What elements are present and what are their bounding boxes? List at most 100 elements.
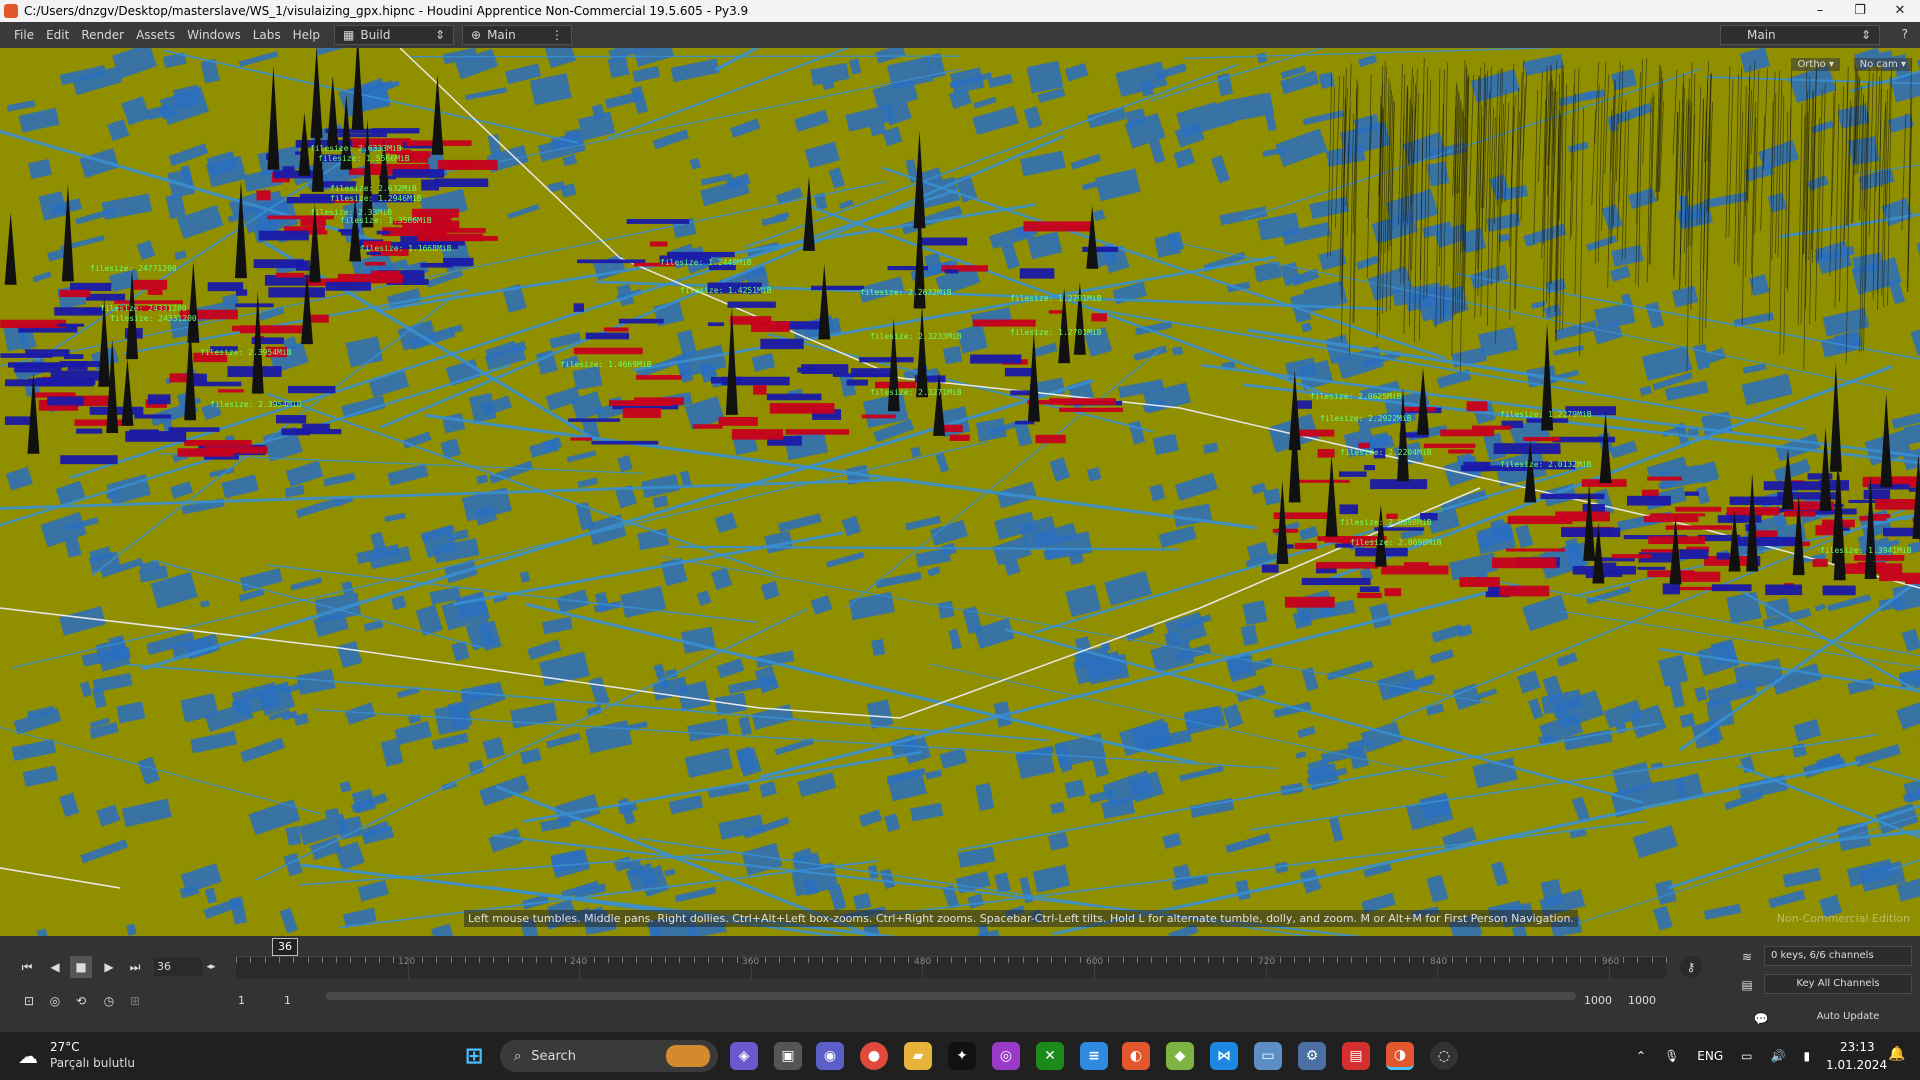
- step-arrows-icon[interactable]: ◂▸: [200, 956, 222, 978]
- current-frame-field[interactable]: 36: [154, 958, 202, 976]
- timeline-tick: [1165, 957, 1167, 963]
- timeline-tick: [793, 957, 795, 963]
- menu-help[interactable]: Help: [287, 22, 326, 48]
- audio-icon[interactable]: ⊡: [18, 990, 40, 1012]
- chat-icon[interactable]: 💬: [1750, 1008, 1772, 1030]
- minimize-button[interactable]: –: [1800, 0, 1840, 22]
- filesize-label: filesize: 24771200: [90, 264, 177, 273]
- loop-icon[interactable]: ⟲: [70, 990, 92, 1012]
- channels-icon[interactable]: ≋: [1736, 946, 1758, 968]
- houdini-taskbar-icon[interactable]: ◐: [1122, 1042, 1150, 1070]
- auto-update-toggle[interactable]: Auto Update: [1784, 1008, 1912, 1028]
- pdf-icon[interactable]: ▤: [1342, 1042, 1370, 1070]
- app-diamond-icon[interactable]: ◆: [1166, 1042, 1194, 1070]
- cam-menu[interactable]: No cam ▾: [1853, 58, 1912, 71]
- filesize-bar: [1863, 489, 1891, 500]
- end-frame-field[interactable]: 1000: [1584, 992, 1612, 1010]
- menu-assets[interactable]: Assets: [130, 22, 181, 48]
- volume-icon[interactable]: 🔊: [1771, 1049, 1786, 1063]
- timeline-cursor[interactable]: 36: [272, 938, 298, 956]
- right-desktop-select[interactable]: Main ⇕: [1720, 25, 1880, 45]
- playbar: ⏮ ◀ ■ ▶ ⏭ 36 ◂▸ 120 240 360 480 600 720 840 960…: [0, 936, 1920, 1032]
- filesize-bar: [753, 385, 767, 395]
- filesize-bar: [1317, 449, 1335, 458]
- timeline-tick: [507, 957, 509, 963]
- menu-labs[interactable]: Labs: [247, 22, 287, 48]
- key-all-channels-button[interactable]: Key All Channels: [1764, 974, 1912, 994]
- filesize-bar: [1297, 479, 1350, 483]
- chrome-icon[interactable]: ●: [860, 1042, 888, 1070]
- filesize-bar: [287, 385, 336, 394]
- frame-range-slider[interactable]: [326, 992, 1576, 1000]
- start-frame-field-2[interactable]: 1: [284, 992, 291, 1010]
- filesize-bar: [710, 376, 742, 384]
- menu-windows[interactable]: Windows: [181, 22, 247, 48]
- vscode-icon[interactable]: ⋈: [1210, 1042, 1238, 1070]
- filesize-bar: [308, 314, 329, 323]
- desktop-build-label: Build: [360, 28, 391, 42]
- chevron-up-icon[interactable]: ⌃: [1636, 1049, 1646, 1063]
- capture-icon[interactable]: ◌: [1430, 1042, 1458, 1070]
- battery-icon[interactable]: ▮: [1803, 1049, 1810, 1063]
- houdini-active-icon[interactable]: ◑: [1386, 1042, 1414, 1070]
- filesize-bar: [147, 289, 163, 295]
- camera-menu[interactable]: Ortho ▾: [1791, 58, 1840, 71]
- filesize-bar: [1675, 506, 1722, 512]
- timeline-tick: [1637, 957, 1639, 963]
- menu-file[interactable]: File: [8, 22, 40, 48]
- network-icon[interactable]: ▭: [1741, 1049, 1752, 1063]
- windows-start-icon[interactable]: ⊞: [460, 1042, 488, 1070]
- clock-time[interactable]: 23:13: [1840, 1040, 1875, 1054]
- close-button[interactable]: ✕: [1880, 0, 1920, 22]
- timeline-tick: [822, 957, 824, 963]
- key-icon[interactable]: ⚷: [1680, 956, 1702, 978]
- desktop-build-select[interactable]: ▦ Build ⇕: [334, 25, 454, 45]
- start-frame-field[interactable]: 1: [238, 992, 245, 1010]
- timeline-tick: [393, 957, 395, 963]
- timeline-tick: [693, 957, 695, 963]
- jump-start-button[interactable]: ⏮: [16, 956, 38, 978]
- filesize-bar: [268, 287, 325, 298]
- epic-games-icon[interactable]: ✦: [948, 1042, 976, 1070]
- clock-icon[interactable]: ◷: [98, 990, 120, 1012]
- weather-temp[interactable]: 27°C: [50, 1040, 80, 1054]
- taskbar-search[interactable]: ⌕ Search: [500, 1040, 718, 1072]
- notes-icon[interactable]: ≡: [1080, 1042, 1108, 1070]
- timeline-tick: [965, 957, 967, 963]
- menu-render[interactable]: Render: [75, 22, 130, 48]
- file-explorer-icon[interactable]: ▰: [904, 1042, 932, 1070]
- timeline-tick: [1451, 957, 1453, 963]
- filesize-bar: [1403, 562, 1429, 566]
- stop-button[interactable]: ■: [70, 956, 92, 978]
- language-indicator[interactable]: ENG: [1697, 1049, 1723, 1063]
- microphone-icon[interactable]: 🎙: [1664, 1049, 1679, 1063]
- widgets-icon[interactable]: ◈: [730, 1042, 758, 1070]
- weather-description[interactable]: Parçalı bulutlu: [50, 1056, 135, 1070]
- building-block: [942, 345, 963, 365]
- step-back-button[interactable]: ◀: [44, 956, 66, 978]
- scene-viewport[interactable]: filesize: 2.6333MiB filesize: 1.5566MiB fi…: [0, 48, 1920, 936]
- weather-icon[interactable]: ☁: [18, 1044, 38, 1068]
- timeline-track[interactable]: 120 240 360 480 600 720 840 960: [236, 956, 1667, 979]
- realtime-icon[interactable]: ◎: [44, 990, 66, 1012]
- desktop-main-select[interactable]: ⊕ Main ⋮: [462, 25, 572, 45]
- play-button[interactable]: ▶: [98, 956, 120, 978]
- desktop-app-icon[interactable]: ▭: [1254, 1042, 1282, 1070]
- task-view-icon[interactable]: ▣: [774, 1042, 802, 1070]
- filesize-bar: [591, 440, 659, 445]
- help-icon[interactable]: ?: [1902, 27, 1908, 41]
- maximize-button[interactable]: ❐: [1840, 0, 1880, 22]
- xbox-icon[interactable]: ✕: [1036, 1042, 1064, 1070]
- notification-bell-icon[interactable]: 🔔: [1888, 1046, 1905, 1062]
- key-all-icon[interactable]: ▤: [1736, 974, 1758, 996]
- settings-icon[interactable]: ⚙: [1298, 1042, 1326, 1070]
- teams-chat-icon[interactable]: ◉: [816, 1042, 844, 1070]
- range-icon[interactable]: ⊞: [124, 990, 146, 1012]
- jump-end-button[interactable]: ⏭: [124, 956, 146, 978]
- search-highlight-icon: [666, 1045, 710, 1067]
- instagram-icon[interactable]: ◎: [992, 1042, 1020, 1070]
- end-frame-field-2[interactable]: 1000: [1628, 992, 1656, 1010]
- timeline-tick: [1666, 957, 1667, 963]
- menu-edit[interactable]: Edit: [40, 22, 75, 48]
- clock-date[interactable]: 1.01.2024: [1826, 1058, 1887, 1072]
